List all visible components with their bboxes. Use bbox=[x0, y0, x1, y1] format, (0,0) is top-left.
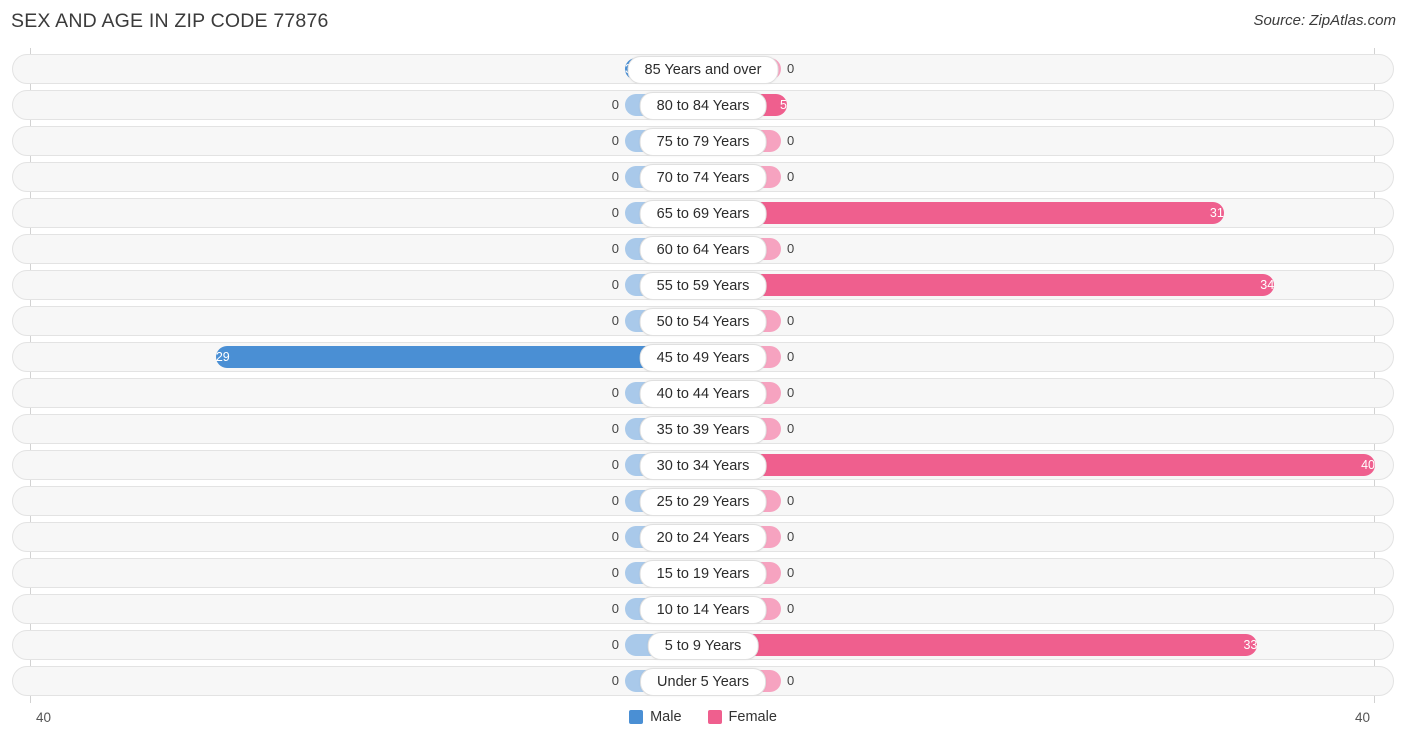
table-row: 0 0 20 to 24 Years bbox=[12, 522, 1394, 552]
chart-page: SEX AND AGE IN ZIP CODE 77876 Source: Zi… bbox=[0, 0, 1406, 740]
legend-item: Male bbox=[629, 709, 682, 725]
bar-value-male: 0 bbox=[611, 565, 619, 580]
table-row: 0 0 Under 5 Years bbox=[12, 666, 1394, 696]
bar-value-female: 34 bbox=[1260, 278, 1275, 292]
bar-value-female: 40 bbox=[1361, 458, 1375, 472]
table-row: 0 0 40 to 44 Years bbox=[12, 378, 1394, 408]
table-row: 0 34 55 to 59 Years bbox=[12, 270, 1394, 300]
bar-value-male: 0 bbox=[611, 313, 619, 328]
age-group-label: 50 to 54 Years bbox=[639, 308, 767, 336]
age-group-label: 10 to 14 Years bbox=[639, 596, 767, 624]
bar-value-male: 0 bbox=[611, 277, 619, 292]
bar-female bbox=[703, 634, 1258, 656]
legend-swatch-female bbox=[707, 710, 722, 724]
table-row: 3085 Years and over bbox=[12, 54, 1394, 84]
table-row: 0 33 5 to 9 Years bbox=[12, 630, 1394, 660]
legend-label: Female bbox=[728, 709, 777, 725]
age-group-label: 85 Years and over bbox=[627, 56, 779, 84]
bar-value-female: 33 bbox=[1243, 638, 1258, 652]
bar-value-male: 0 bbox=[611, 421, 619, 436]
age-group-label: 20 to 24 Years bbox=[639, 524, 767, 552]
age-group-label: 70 to 74 Years bbox=[639, 164, 767, 192]
age-group-label: 35 to 39 Years bbox=[639, 416, 767, 444]
bar-value-male: 0 bbox=[611, 673, 619, 688]
table-row: 0 0 25 to 29 Years bbox=[12, 486, 1394, 516]
bar-value-male: 29 bbox=[215, 350, 230, 364]
bar-value-female: 31 bbox=[1209, 206, 1224, 220]
table-row: 0 0 60 to 64 Years bbox=[12, 234, 1394, 264]
legend-label: Male bbox=[650, 709, 682, 725]
bar-value-female: 0 bbox=[787, 385, 795, 400]
bar-value-female: 0 bbox=[787, 61, 795, 76]
bar-value-male: 0 bbox=[611, 457, 619, 472]
legend-item: Female bbox=[707, 709, 777, 725]
bar-value-female: 0 bbox=[787, 133, 795, 148]
bar-value-male: 0 bbox=[611, 529, 619, 544]
table-row: 0 0 50 to 54 Years bbox=[12, 306, 1394, 336]
table-row: 29 0 45 to 49 Years bbox=[12, 342, 1394, 372]
age-group-label: 75 to 79 Years bbox=[639, 128, 767, 156]
chart-legend: Male Female bbox=[0, 709, 1406, 725]
age-group-label: 60 to 64 Years bbox=[639, 236, 767, 264]
age-group-label: 5 to 9 Years bbox=[647, 632, 759, 660]
age-group-label: 25 to 29 Years bbox=[639, 488, 767, 516]
bar-female bbox=[703, 274, 1275, 296]
legend-swatch-male bbox=[629, 710, 644, 724]
bar-value-female: 0 bbox=[787, 565, 795, 580]
bar-value-male: 0 bbox=[611, 493, 619, 508]
bar-value-female: 0 bbox=[787, 601, 795, 616]
bar-value-male: 0 bbox=[611, 97, 619, 112]
bar-value-male: 0 bbox=[611, 637, 619, 652]
chart-footer: 40 40 Male Female bbox=[0, 703, 1406, 740]
bar-value-female: 0 bbox=[787, 349, 795, 364]
page-title: SEX AND AGE IN ZIP CODE 77876 bbox=[11, 10, 329, 32]
bar-value-female: 0 bbox=[787, 241, 795, 256]
bar-value-male: 0 bbox=[611, 205, 619, 220]
bar-value-female: 0 bbox=[787, 673, 795, 688]
age-group-label: 80 to 84 Years bbox=[639, 92, 767, 120]
age-group-label: 40 to 44 Years bbox=[639, 380, 767, 408]
age-group-label: 30 to 34 Years bbox=[639, 452, 767, 480]
table-row: 0 0 75 to 79 Years bbox=[12, 126, 1394, 156]
age-group-label: Under 5 Years bbox=[640, 668, 766, 696]
bar-value-female: 0 bbox=[787, 313, 795, 328]
bar-value-female: 0 bbox=[787, 169, 795, 184]
age-group-label: 45 to 49 Years bbox=[639, 344, 767, 372]
bar-value-female: 0 bbox=[787, 421, 795, 436]
table-row: 0 40 30 to 34 Years bbox=[12, 450, 1394, 480]
table-row: 0 5 80 to 84 Years bbox=[12, 90, 1394, 120]
population-pyramid-plot: 3085 Years and over0580 to 84 Years0075 … bbox=[0, 48, 1406, 703]
bar-value-male: 0 bbox=[611, 241, 619, 256]
bar-female bbox=[703, 454, 1375, 476]
table-row: 0 0 35 to 39 Years bbox=[12, 414, 1394, 444]
table-row: 0 31 65 to 69 Years bbox=[12, 198, 1394, 228]
table-row: 0 0 10 to 14 Years bbox=[12, 594, 1394, 624]
bar-value-female: 0 bbox=[787, 529, 795, 544]
bar-female bbox=[703, 202, 1224, 224]
bar-value-male: 0 bbox=[611, 133, 619, 148]
table-row: 0 0 15 to 19 Years bbox=[12, 558, 1394, 588]
bar-value-female: 0 bbox=[787, 493, 795, 508]
chart-header: SEX AND AGE IN ZIP CODE 77876 Source: Zi… bbox=[0, 0, 1406, 45]
table-row: 0 0 70 to 74 Years bbox=[12, 162, 1394, 192]
age-group-label: 15 to 19 Years bbox=[639, 560, 767, 588]
bar-value-male: 0 bbox=[611, 601, 619, 616]
bar-value-male: 0 bbox=[611, 169, 619, 184]
age-group-label: 65 to 69 Years bbox=[639, 200, 767, 228]
source-attribution: Source: ZipAtlas.com bbox=[1253, 12, 1396, 29]
bar-value-male: 0 bbox=[611, 385, 619, 400]
bar-male bbox=[215, 346, 703, 368]
age-group-label: 55 to 59 Years bbox=[639, 272, 767, 300]
